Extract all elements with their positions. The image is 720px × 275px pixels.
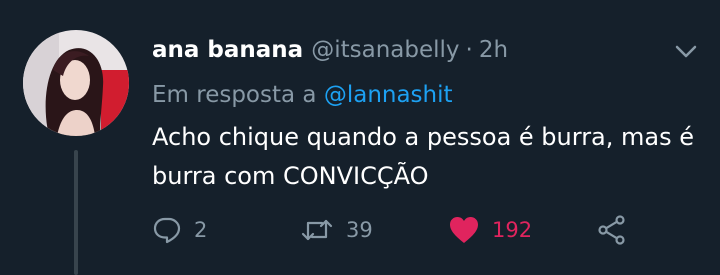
- tweet-text: Acho chique quando a pessoa é burra, mas…: [152, 123, 695, 190]
- avatar[interactable]: [23, 30, 129, 136]
- more-options-button[interactable]: [672, 40, 700, 64]
- like-count: 192: [492, 218, 533, 242]
- tweet[interactable]: ana banana @itsanabelly · 2h Em resposta…: [0, 0, 720, 275]
- thread-line: [74, 150, 78, 275]
- reply-bubble-icon: [153, 217, 181, 244]
- header-separator: ·: [465, 37, 473, 63]
- reply-mention-link[interactable]: @lannashit: [324, 82, 453, 108]
- retweet-count: 39: [346, 218, 373, 242]
- heart-icon: [450, 217, 478, 243]
- share-icon: [598, 215, 625, 245]
- reply-count: 2: [194, 218, 208, 242]
- share-button[interactable]: [596, 210, 628, 250]
- tweet-header: ana banana @itsanabelly · 2h: [152, 32, 508, 68]
- avatar-image: [23, 30, 129, 136]
- timestamp[interactable]: 2h: [479, 32, 508, 68]
- reply-prefix: Em resposta a: [152, 82, 317, 108]
- reply-context: Em resposta a @lannashit: [152, 77, 453, 113]
- retweet-button[interactable]: 39: [300, 210, 373, 250]
- display-name[interactable]: ana banana: [152, 32, 303, 68]
- retweet-icon: [301, 219, 333, 241]
- like-button[interactable]: 192: [448, 210, 532, 250]
- chevron-down-icon: [675, 45, 697, 58]
- user-handle[interactable]: @itsanabelly: [311, 32, 459, 68]
- action-bar: 2 39 192: [152, 210, 672, 250]
- reply-button[interactable]: 2: [152, 210, 207, 250]
